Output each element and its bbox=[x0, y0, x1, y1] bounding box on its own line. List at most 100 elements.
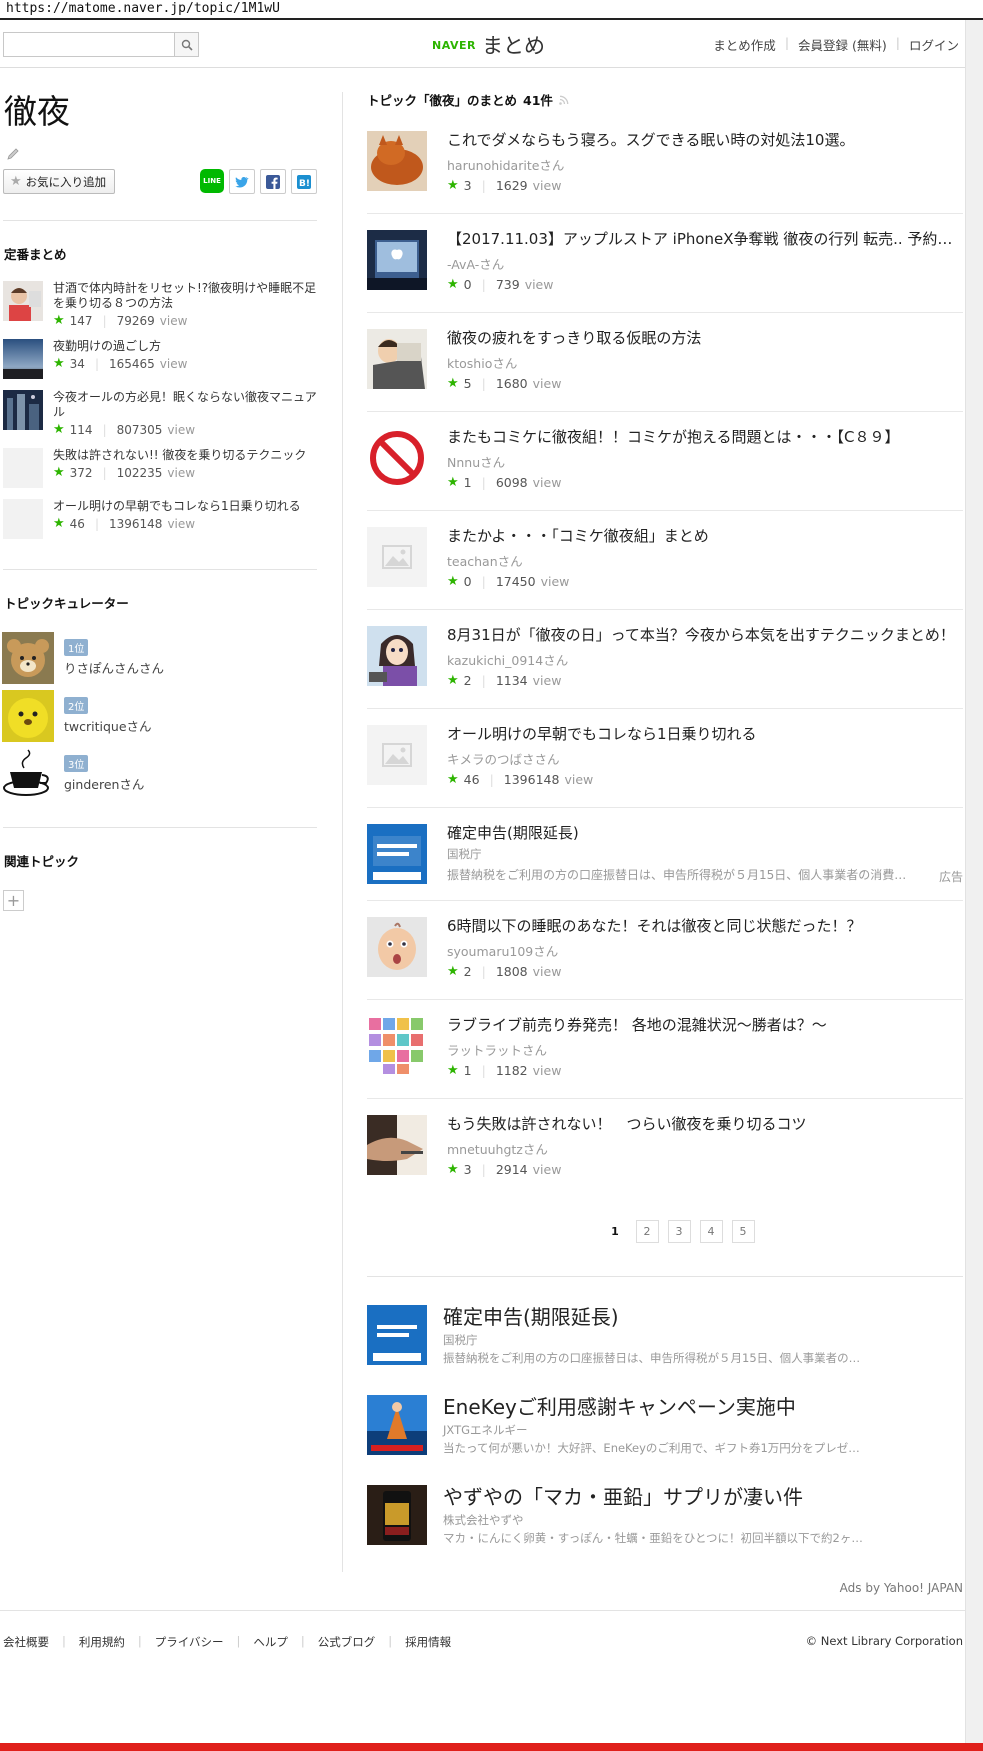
curator-heading: トピックキュレーター bbox=[4, 596, 129, 611]
article-title[interactable]: 【2017.11.03】アップルストア iPhoneX争奪戦 徹夜の行列 転売.… bbox=[447, 230, 963, 249]
star-icon: ★ bbox=[447, 1063, 459, 1078]
curator-item[interactable]: 3位 ginderenさん bbox=[2, 748, 320, 800]
footer-link-blog[interactable]: 公式ブログ bbox=[318, 1634, 376, 1650]
address-bar[interactable]: https://matome.naver.jp/topic/1M1wU bbox=[0, 0, 983, 20]
article-item[interactable]: もう失敗は許されない！ つらい徹夜を乗り切るコツ mnetuuhgtzさん ★ … bbox=[367, 1099, 963, 1198]
article-title[interactable]: またかよ・・・「コミケ徹夜組」まとめ bbox=[447, 527, 963, 546]
article-title[interactable]: 6時間以下の睡眠のあなた！それは徹夜と同じ状態だった！？ bbox=[447, 917, 963, 936]
star-icon: ★ bbox=[447, 964, 459, 979]
page-3[interactable]: 3 bbox=[667, 1220, 691, 1243]
article-title[interactable]: これでダメならもう寝ろ。スグできる眠い時の対処法10選。 bbox=[447, 131, 963, 150]
article-author[interactable]: -AvA-さん bbox=[447, 254, 963, 273]
rss-icon[interactable] bbox=[559, 95, 569, 105]
standard-item[interactable]: 夜勤明けの過ごし方 ★ 34 | 165465 view bbox=[3, 339, 320, 379]
ad-item[interactable]: 確定申告(期限延長) 国税庁 振替納税をご利用の方の口座振替日は、申告所得税が５… bbox=[367, 1305, 963, 1395]
footer-link-help[interactable]: ヘルプ bbox=[253, 1634, 288, 1650]
ad-description: 振替納税をご利用の方の口座振替日は、申告所得税が５月15日、個人事業者の消費… bbox=[447, 868, 907, 882]
thumbnail-cat bbox=[367, 131, 427, 191]
article-item[interactable]: 8月31日が「徹夜の日」って本当？今夜から本気を出すテクニックまとめ！ kazu… bbox=[367, 610, 963, 709]
article-title[interactable]: もう失敗は許されない！ つらい徹夜を乗り切るコツ bbox=[447, 1115, 963, 1134]
article-author[interactable]: キメラのつばささん bbox=[447, 749, 963, 768]
article-title[interactable]: オール明けの早朝でもコレなら1日乗り切れる bbox=[447, 725, 963, 744]
footer-link-careers[interactable]: 採用情報 bbox=[405, 1634, 451, 1650]
footer-link-company[interactable]: 会社概要 bbox=[3, 1634, 49, 1650]
add-favorite-button[interactable]: ★ お気に入り追加 bbox=[3, 169, 116, 194]
divider bbox=[3, 569, 317, 570]
article-author[interactable]: mnetuuhgtzさん bbox=[447, 1139, 963, 1158]
list-count: 41件 bbox=[523, 93, 553, 108]
curator-item[interactable]: 1位 りさぽんさんさん bbox=[2, 632, 320, 684]
article-title[interactable]: またもコミケに徹夜組！！コミケが抱える問題とは・・・【C８９】 bbox=[447, 428, 963, 447]
ad-title[interactable]: やずやの「マカ・亜鉛」サプリが凄い件 bbox=[443, 1485, 963, 1509]
ad-title[interactable]: 確定申告(期限延長) bbox=[443, 1305, 963, 1329]
standard-item-title: 今夜オールの方必見！眠くならない徹夜マニュアル bbox=[53, 390, 317, 419]
ad-description: マカ・にんにく卵黄・すっぽん・牡蠣・亜鉛をひとつに！初回半額以下で約2ヶ月分… bbox=[443, 1531, 863, 1545]
thumbnail-anime bbox=[367, 626, 427, 686]
register-link[interactable]: 会員登録 (無料) bbox=[798, 35, 887, 54]
inline-ad[interactable]: 確定申告(期限延長) 国税庁 振替納税をご利用の方の口座振替日は、申告所得税が５… bbox=[367, 808, 963, 901]
article-author[interactable]: Nnnuさん bbox=[447, 452, 963, 471]
page-1[interactable]: 1 bbox=[604, 1220, 627, 1243]
facebook-share-button[interactable] bbox=[260, 169, 286, 194]
search-button[interactable] bbox=[174, 33, 198, 56]
article-author[interactable]: ラットラットさん bbox=[447, 1040, 963, 1059]
article-author[interactable]: kazukichi_0914さん bbox=[447, 650, 963, 669]
ad-item[interactable]: やずやの「マカ・亜鉛」サプリが凄い件 株式会社やずや マカ・にんにく卵黄・すっぽ… bbox=[367, 1485, 963, 1575]
thumbnail-blank bbox=[3, 499, 43, 539]
page-4[interactable]: 4 bbox=[699, 1220, 723, 1243]
article-author[interactable]: syoumaru109さん bbox=[447, 941, 963, 960]
article-author[interactable]: ktoshioさん bbox=[447, 353, 963, 372]
star-icon: ★ bbox=[447, 772, 459, 787]
add-favorite-label: お気に入り追加 bbox=[25, 174, 107, 189]
ad-title[interactable]: EneKeyご利用感謝キャンペーン実施中 bbox=[443, 1395, 963, 1419]
login-link[interactable]: ログイン bbox=[909, 35, 959, 54]
article-title[interactable]: 徹夜の疲れをすっきり取る仮眠の方法 bbox=[447, 329, 963, 348]
article-item[interactable]: 6時間以下の睡眠のあなた！それは徹夜と同じ状態だった！？ syoumaru109… bbox=[367, 901, 963, 1000]
favorite-share-row: ★ お気に入り追加 LINE B! bbox=[3, 169, 320, 194]
footer-link-privacy[interactable]: プライバシー bbox=[155, 1634, 224, 1650]
line-share-button[interactable]: LINE bbox=[200, 169, 224, 193]
add-related-topic-button[interactable]: + bbox=[3, 890, 24, 911]
create-matome-link[interactable]: まとめ作成 bbox=[713, 35, 776, 54]
article-item[interactable]: またもコミケに徹夜組！！コミケが抱える問題とは・・・【C８９】 Nnnuさん ★… bbox=[367, 412, 963, 511]
page-5[interactable]: 5 bbox=[731, 1220, 755, 1243]
edit-icon[interactable] bbox=[6, 147, 320, 161]
twitter-share-button[interactable] bbox=[229, 169, 255, 194]
search-input[interactable] bbox=[4, 33, 174, 56]
article-item[interactable]: またかよ・・・「コミケ徹夜組」まとめ teachanさん ★ 0 | 17450… bbox=[367, 511, 963, 610]
ads-by-yahoo[interactable]: Ads by Yahoo! JAPAN bbox=[367, 1581, 963, 1595]
article-title[interactable]: 8月31日が「徹夜の日」って本当？今夜から本気を出すテクニックまとめ！ bbox=[447, 626, 963, 645]
page-scrollbar[interactable] bbox=[965, 20, 983, 1751]
article-title[interactable]: ラブライブ前売り券発売！ 各地の混雑状況〜勝者は？〜 bbox=[447, 1016, 963, 1035]
article-meta: ★ 1 | 1182 view bbox=[447, 1063, 562, 1078]
article-author[interactable]: harunohidariteさん bbox=[447, 155, 963, 174]
page-2[interactable]: 2 bbox=[635, 1220, 659, 1243]
ad-title[interactable]: 確定申告(期限延長) bbox=[447, 824, 963, 843]
naver-matome-logo[interactable]: NAVER まとめ bbox=[432, 30, 545, 60]
image-placeholder-icon bbox=[367, 725, 427, 785]
article-item[interactable]: これでダメならもう寝ろ。スグできる眠い時の対処法10選。 harunohidar… bbox=[367, 115, 963, 214]
star-icon: ★ bbox=[53, 313, 65, 328]
footer-link-terms[interactable]: 利用規約 bbox=[79, 1634, 125, 1650]
star-icon: ★ bbox=[447, 673, 459, 688]
avatar bbox=[2, 690, 54, 742]
standard-item[interactable]: オール明けの早朝でもコレなら1日乗り切れる ★ 46 | 1396148 vie… bbox=[3, 499, 320, 539]
article-author[interactable]: teachanさん bbox=[447, 551, 963, 570]
standard-item[interactable]: 甘酒で体内時計をリセット!?徹夜明けや睡眠不足を乗り切る８つの方法 ★ 147 … bbox=[3, 281, 320, 328]
standard-item-title: 失敗は許されない!! 徹夜を乗り切るテクニック bbox=[53, 448, 307, 462]
article-item[interactable]: ラブライブ前売り券発売！ 各地の混雑状況〜勝者は？〜 ラットラットさん ★ 1 … bbox=[367, 1000, 963, 1099]
svg-text:B!: B! bbox=[299, 179, 310, 189]
standard-item[interactable]: 今夜オールの方必見！眠くならない徹夜マニュアル ★ 114 | 807305 v… bbox=[3, 390, 320, 437]
curator-name: りさぽんさんさん bbox=[64, 661, 165, 676]
article-item[interactable]: 徹夜の疲れをすっきり取る仮眠の方法 ktoshioさん ★ 5 | 1680 v… bbox=[367, 313, 963, 412]
hatena-share-button[interactable]: B! bbox=[291, 169, 317, 194]
ad-item[interactable]: EneKeyご利用感謝キャンペーン実施中 JXTGエネルギー 当たって何が悪いか… bbox=[367, 1395, 963, 1485]
list-heading: トピック「徹夜」のまとめ 41件 bbox=[367, 90, 963, 109]
standard-item[interactable]: 失敗は許されない!! 徹夜を乗り切るテクニック ★ 372 | 102235 v… bbox=[3, 448, 320, 488]
ad-source: 国税庁 bbox=[447, 847, 482, 861]
article-item[interactable]: オール明けの早朝でもコレなら1日乗り切れる キメラのつばささん ★ 46 | 1… bbox=[367, 709, 963, 808]
curator-item[interactable]: 2位 twcritiqueさん bbox=[2, 690, 320, 742]
article-item[interactable]: 【2017.11.03】アップルストア iPhoneX争奪戦 徹夜の行列 転売.… bbox=[367, 214, 963, 313]
article-meta: ★ 3 | 1629 view bbox=[447, 178, 562, 193]
standard-matome-heading: 定番まとめ bbox=[4, 247, 67, 262]
